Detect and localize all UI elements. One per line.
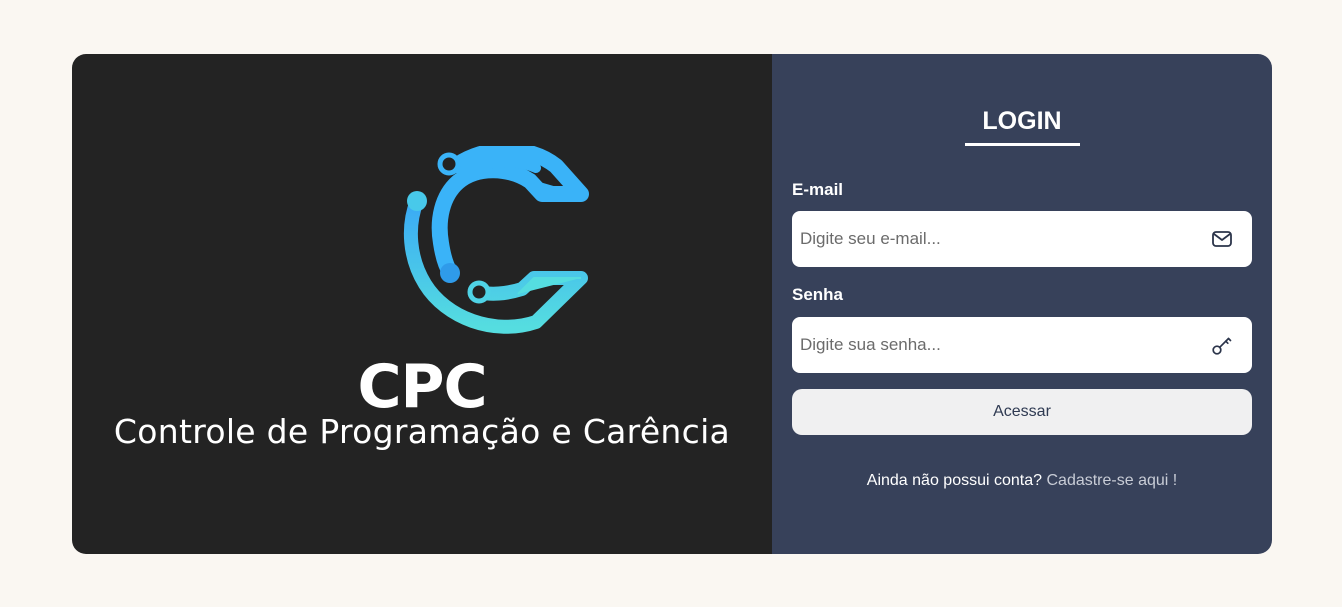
- cpc-logo-icon: [403, 146, 589, 334]
- login-panel: LOGIN E-mail Senha Acessar: [772, 54, 1272, 554]
- password-field-container: [792, 317, 1252, 373]
- title-underline: [965, 143, 1080, 146]
- email-label: E-mail: [792, 180, 844, 199]
- email-field[interactable]: [792, 211, 1210, 267]
- submit-button[interactable]: Acessar: [792, 389, 1252, 435]
- key-icon: [1210, 333, 1234, 357]
- brand-panel: CPC Controle de Programação e Carência: [72, 54, 772, 554]
- login-title: LOGIN: [982, 107, 1062, 135]
- email-field-container: [792, 211, 1252, 267]
- signup-prompt: Ainda não possui conta?: [866, 472, 1043, 489]
- password-field[interactable]: [792, 317, 1210, 373]
- password-label: Senha: [792, 285, 844, 304]
- brand-subtitle: Controle de Programação e Carência: [113, 412, 731, 451]
- signup-link[interactable]: Cadastre-se aqui !: [1046, 472, 1177, 489]
- envelope-icon: [1210, 227, 1234, 251]
- login-card: CPC Controle de Programação e Carência L…: [72, 54, 1272, 554]
- signup-prompt-line: Ainda não possui conta? Cadastre-se aqui…: [772, 471, 1272, 491]
